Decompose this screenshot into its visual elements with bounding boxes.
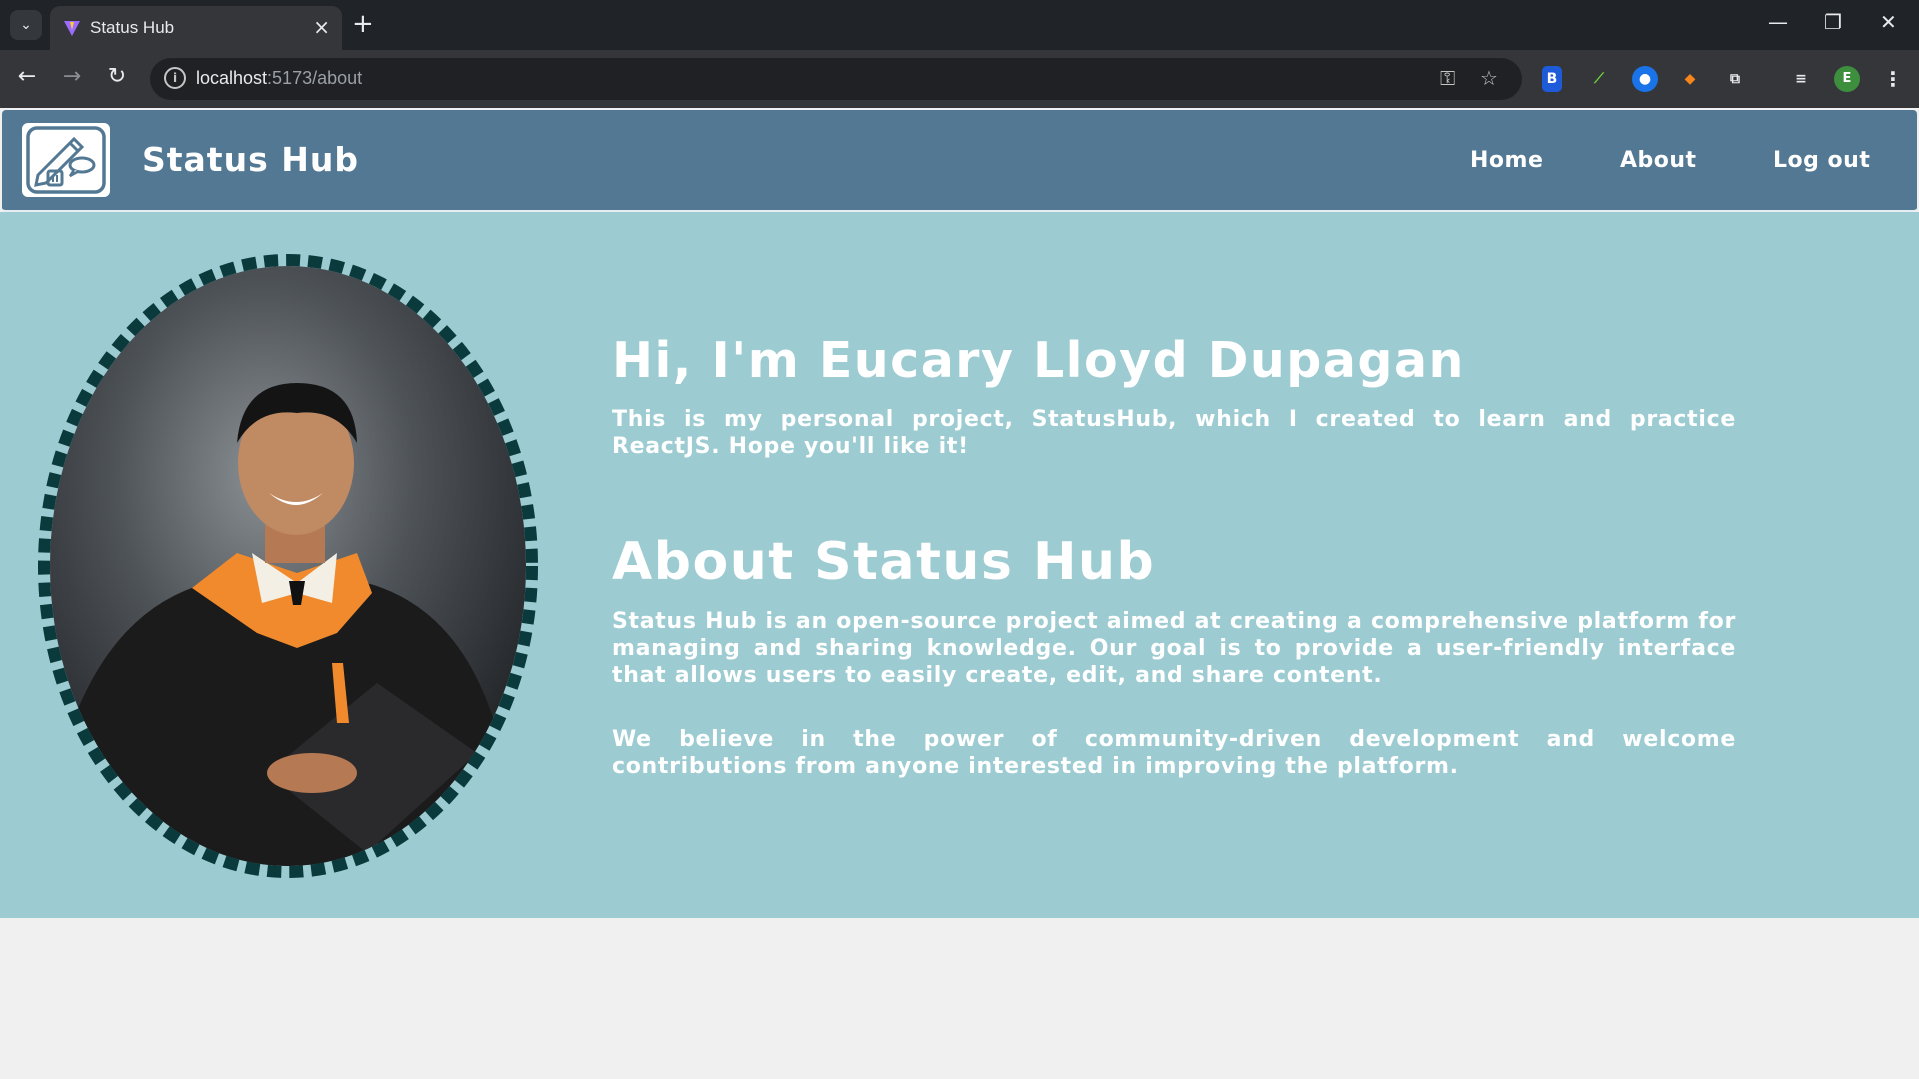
browser-tab[interactable]: Status Hub × <box>50 6 342 50</box>
about-heading: About Status Hub <box>612 532 1156 592</box>
tab-search-button[interactable]: ⌄ <box>10 10 42 40</box>
reload-icon[interactable]: ↻ <box>102 64 132 89</box>
profile-avatar[interactable]: E <box>1834 66 1860 92</box>
nav-home-link[interactable]: Home <box>1470 148 1543 173</box>
browser-toolbar: ← → ↻ i localhost:5173/about ⚿ ☆ B ⟋ ● ◆… <box>0 50 1919 108</box>
site-logo[interactable] <box>22 123 110 197</box>
nav-logout-link[interactable]: Log out <box>1773 148 1870 173</box>
minimize-button[interactable]: — <box>1768 10 1788 34</box>
about-section: Hi, I'm Eucary Lloyd Dupagan This is my … <box>0 212 1919 918</box>
url-host: localhost <box>196 68 268 88</box>
chevron-down-icon: ⌄ <box>20 17 32 33</box>
puzzle-extensions-icon[interactable]: ⧉ <box>1722 66 1748 92</box>
vite-favicon-icon <box>64 21 80 36</box>
brand-name[interactable]: Status Hub <box>142 140 359 179</box>
site-info-icon[interactable]: i <box>164 67 186 89</box>
bitwarden-extension-icon[interactable]: B <box>1542 66 1562 92</box>
profile-photo <box>38 254 538 878</box>
record-extension-icon[interactable]: ● <box>1632 66 1658 92</box>
url-text[interactable]: localhost:5173/about <box>196 68 362 89</box>
forward-arrow-icon[interactable]: → <box>57 64 87 89</box>
greeting-heading: Hi, I'm Eucary Lloyd Dupagan <box>612 332 1465 389</box>
bookmark-star-icon[interactable]: ☆ <box>1480 66 1498 90</box>
page-viewport: Status Hub Home About Log out Hi, I'm Eu… <box>0 108 1919 1079</box>
new-tab-button[interactable]: + <box>352 10 374 38</box>
media-playlist-icon[interactable]: ≡ <box>1788 66 1814 92</box>
tab-title: Status Hub <box>90 18 175 37</box>
community-paragraph: We believe in the power of community-dri… <box>612 727 1736 779</box>
tab-close-icon[interactable]: × <box>313 15 330 39</box>
intro-paragraph: This is my personal project, StatusHub, … <box>612 407 1736 459</box>
description-paragraph: Status Hub is an open-source project aim… <box>612 609 1736 688</box>
window-close-button[interactable]: ✕ <box>1880 10 1897 34</box>
browser-tab-bar: ⌄ Status Hub × + — ❐ ✕ <box>0 0 1919 50</box>
password-key-icon[interactable]: ⚿ <box>1440 66 1455 90</box>
address-bar[interactable]: i localhost:5173/about ⚿ ☆ <box>150 58 1522 100</box>
more-menu-icon[interactable]: ⋮ <box>1880 66 1906 92</box>
site-navbar: Status Hub Home About Log out <box>2 110 1917 212</box>
chat-pencil-logo-icon <box>26 126 106 194</box>
metamask-fox-icon[interactable]: ◆ <box>1677 66 1703 92</box>
chart-extension-icon[interactable]: ⟋ <box>1586 66 1612 92</box>
url-path: :5173/about <box>267 68 363 88</box>
nav-about-link[interactable]: About <box>1620 148 1697 173</box>
restore-button[interactable]: ❐ <box>1824 10 1842 34</box>
back-arrow-icon[interactable]: ← <box>12 64 42 89</box>
